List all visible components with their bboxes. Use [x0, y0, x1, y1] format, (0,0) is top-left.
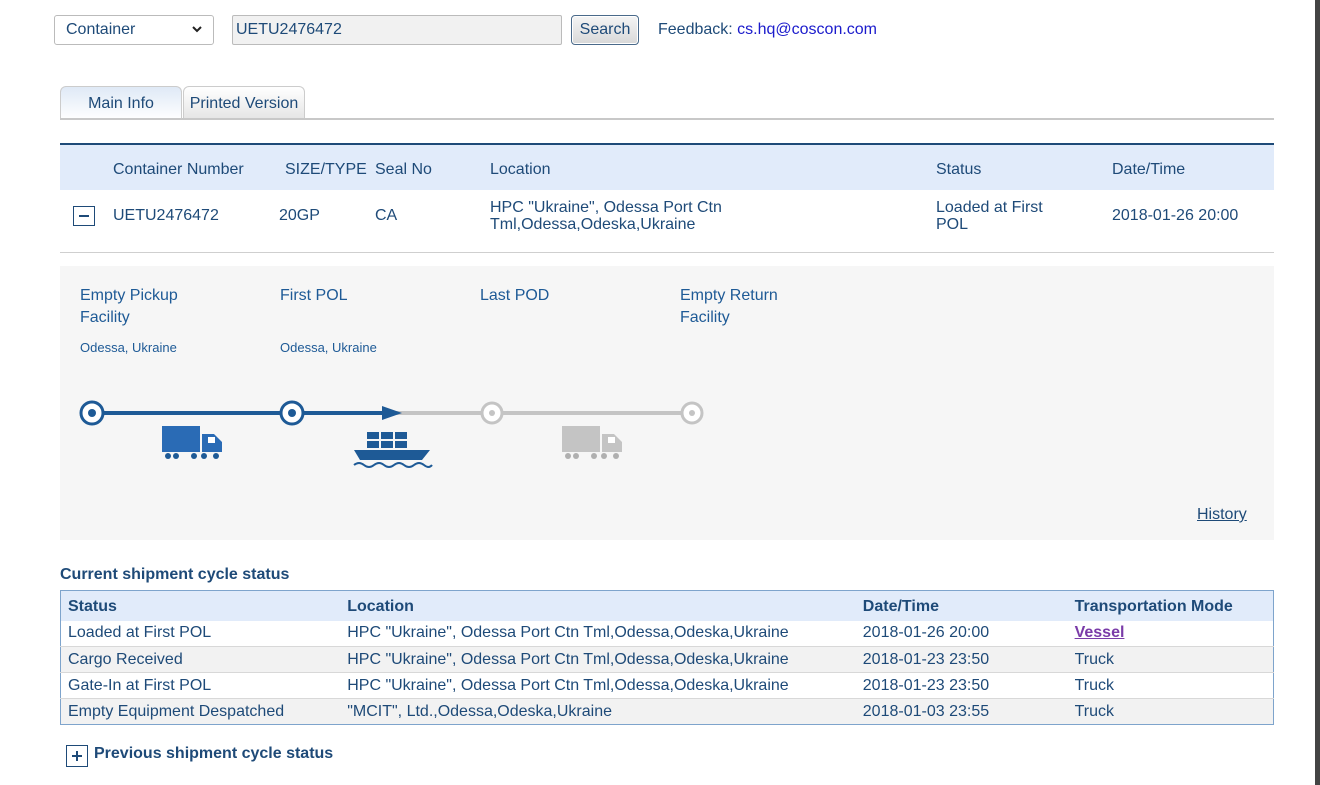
row-mode: Truck — [1067, 698, 1274, 725]
stage-label-line: Facility — [680, 309, 730, 326]
search-type-select[interactable]: Container — [54, 15, 214, 45]
progress-arrow-icon — [382, 406, 402, 420]
col-datetime: Date/Time — [855, 590, 1068, 621]
stage-empty-return: Empty Return Facility — [680, 285, 820, 329]
search-input[interactable] — [232, 15, 562, 45]
node-pending-icon — [480, 401, 504, 425]
row-status: Gate-In at First POL — [60, 672, 341, 699]
stage-place: Odessa, Ukraine — [80, 340, 177, 355]
row-mode: Truck — [1067, 646, 1274, 673]
container-datetime: 2018-01-26 20:00 — [1112, 207, 1239, 224]
truck-icon — [162, 426, 222, 459]
row-location: HPC "Ukraine", Odessa Port Ctn Tml,Odess… — [340, 646, 856, 673]
row-datetime: 2018-01-23 23:50 — [855, 672, 1068, 699]
stage-label-line: First POL — [280, 287, 348, 304]
vessel-link[interactable]: Vessel — [1075, 624, 1125, 641]
stage-first-pol: First POL — [280, 285, 420, 307]
row-datetime: 2018-01-26 20:00 — [855, 620, 1068, 647]
seal-no: CA — [375, 207, 398, 224]
progress-track — [79, 400, 704, 468]
col-transport-mode: Transportation Mode — [1067, 590, 1274, 621]
row-status: Cargo Received — [60, 646, 341, 673]
feedback: Feedback: cs.hq@coscon.com — [658, 21, 877, 39]
stage-last-pod: Last POD — [480, 285, 620, 307]
status-line: POL — [936, 216, 969, 233]
feedback-label: Feedback: — [658, 21, 738, 38]
table-row: Loaded at First POL HPC "Ukraine", Odess… — [60, 620, 1274, 647]
container-number: UETU2476472 — [113, 207, 219, 224]
feedback-email-link[interactable]: cs.hq@coscon.com — [737, 21, 877, 38]
row-mode: Vessel — [1067, 620, 1274, 647]
col-datetime: Date/Time — [1112, 161, 1186, 178]
row-location: "MCIT", Ltd.,Odessa,Odeska,Ukraine — [340, 698, 856, 725]
table-row: Gate-In at First POL HPC "Ukraine", Odes… — [60, 672, 1274, 699]
current-status-table: Status Location Date/Time Transportation… — [60, 590, 1274, 725]
location-line: HPC "Ukraine", Odessa Port Ctn — [490, 199, 722, 216]
stage-label-line: Facility — [80, 309, 130, 326]
collapse-icon[interactable] — [73, 206, 95, 226]
stage-label-line: Empty Pickup — [80, 287, 178, 304]
tab-main-info[interactable]: Main Info — [60, 86, 182, 120]
row-datetime: 2018-01-23 23:50 — [855, 646, 1068, 673]
location-line: Tml,Odessa,Odeska,Ukraine — [490, 216, 696, 233]
container-status: Loaded at First POL — [936, 199, 1043, 233]
stage-label-line: Last POD — [480, 287, 550, 304]
stage-empty-pickup: Empty Pickup Facility — [80, 285, 220, 329]
container-location: HPC "Ukraine", Odessa Port Ctn Tml,Odess… — [490, 199, 722, 233]
size-type: 20GP — [279, 207, 320, 224]
row-mode: Truck — [1067, 672, 1274, 699]
tab-divider — [60, 118, 1274, 120]
shipment-progress-panel: Empty Pickup Facility Odessa, Ukraine Fi… — [60, 266, 1274, 540]
col-location: Location — [340, 590, 856, 621]
ship-icon — [353, 432, 433, 468]
chevron-down-icon — [191, 19, 203, 52]
node-pending-icon — [680, 401, 704, 425]
col-size-type: SIZE/TYPE — [285, 161, 367, 178]
node-reached-icon — [279, 400, 305, 426]
col-seal-no: Seal No — [375, 161, 432, 178]
tab-printed-version[interactable]: Printed Version — [183, 86, 305, 120]
expand-icon[interactable] — [66, 745, 88, 767]
node-reached-icon — [79, 400, 105, 426]
table-header-row: Status Location Date/Time Transportation… — [60, 590, 1274, 621]
truck-icon — [562, 426, 622, 459]
col-status: Status — [936, 161, 982, 178]
search-type-value: Container — [66, 21, 136, 38]
row-datetime: 2018-01-03 23:55 — [855, 698, 1068, 725]
current-status-title: Current shipment cycle status — [60, 566, 290, 583]
history-link[interactable]: History — [1197, 506, 1247, 524]
table-row: Empty Equipment Despatched "MCIT", Ltd.,… — [60, 698, 1274, 725]
table-row: Cargo Received HPC "Ukraine", Odessa Por… — [60, 646, 1274, 673]
previous-status-title[interactable]: Previous shipment cycle status — [94, 745, 333, 763]
row-status: Loaded at First POL — [60, 620, 341, 647]
window-edge — [1315, 0, 1320, 785]
col-container-number: Container Number — [113, 161, 244, 178]
stage-label-line: Empty Return — [680, 287, 778, 304]
col-status: Status — [60, 590, 341, 621]
col-location: Location — [490, 161, 551, 178]
row-status: Empty Equipment Despatched — [60, 698, 341, 725]
status-line: Loaded at First — [936, 199, 1043, 216]
row-location: HPC "Ukraine", Odessa Port Ctn Tml,Odess… — [340, 672, 856, 699]
row-location: HPC "Ukraine", Odessa Port Ctn Tml,Odess… — [340, 620, 856, 647]
search-button[interactable]: Search — [571, 15, 639, 45]
container-table-header: Container Number SIZE/TYPE Seal No Locat… — [60, 143, 1274, 190]
stage-place: Odessa, Ukraine — [280, 340, 377, 355]
container-row: UETU2476472 20GP CA HPC "Ukraine", Odess… — [60, 190, 1274, 253]
